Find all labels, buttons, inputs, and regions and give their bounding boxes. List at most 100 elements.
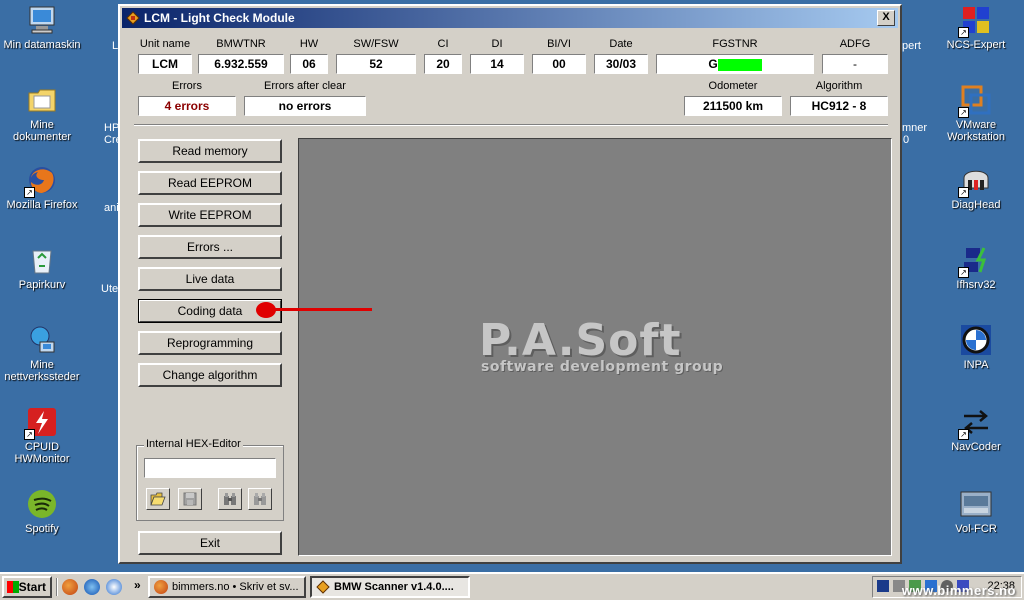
desktop-icon-vmware[interactable]: ↗ VMware Workstation [936,84,1016,143]
desktop-icon-ncs-expert[interactable]: ↗ NCS-Expert [936,4,1016,51]
header-adfg: ADFG [839,38,871,50]
desktop-icon-label: Mozilla Firefox [6,199,78,211]
desktop-icon-ifhsrv32[interactable]: ↗ Ifhsrv32 [936,244,1016,291]
header-odometer: Odometer [708,80,758,92]
annotation-arrow-line [268,308,372,311]
desktop-icon-cpuid[interactable]: ↗ CPUID HWMonitor [2,406,82,465]
spotify-icon [26,488,58,520]
hex-editor-label: Internal HEX-Editor [144,438,243,450]
annotation-dot [256,302,276,318]
navcoder-icon: ↗ [958,406,992,440]
save-button[interactable] [178,488,202,510]
header-errors-after-clear: Errors after clear [264,80,346,92]
ci-field: 20 [424,54,462,74]
write-eeprom-button[interactable]: Write EEPROM [138,203,282,227]
network-places-icon [26,324,58,356]
desktop-icon-navcoder[interactable]: ↗ NavCoder [936,406,1016,453]
desktop-icon-diaghead[interactable]: ↗ DiagHead [936,164,1016,211]
save-icon [182,492,198,509]
desktop-icon-recycle-bin[interactable]: Papirkurv [2,244,82,291]
bmwtnr-field: 6.932.559 [198,54,284,74]
desktop-icon-my-computer[interactable]: Min datamaskin [2,4,82,51]
desktop-icon-label: Papirkurv [18,279,66,291]
find-next-button[interactable] [248,488,272,510]
header-errors: Errors [172,80,202,92]
partial-desktop-label: pert [902,40,921,52]
firefox-icon: ↗ [24,164,58,198]
quicklaunch-overflow-icon[interactable]: » [134,578,141,592]
partial-desktop-label: HP [104,122,120,134]
desktop-icon-label: Min datamaskin [3,39,81,51]
desktop-icon-my-documents[interactable]: Mine dokumenter [2,84,82,143]
window-titlebar[interactable]: LCM - Light Check Module X [122,8,898,28]
desktop-icon-label: Ifhsrv32 [956,279,996,291]
desktop-icon-label: Spotify [25,523,59,535]
errors-button[interactable]: Errors ... [138,235,282,259]
task-label: BMW Scanner v1.4.0.... [334,581,454,593]
app-icon [126,11,140,25]
read-memory-button[interactable]: Read memory [138,139,282,163]
bmw-scanner-task-icon [316,580,330,594]
window-title: LCM - Light Check Module [144,11,295,25]
header-ci: CI [437,38,449,50]
find-button[interactable] [218,488,242,510]
hex-editor-input[interactable] [144,458,276,478]
sw-fsw-field: 52 [336,54,416,74]
partial-desktop-label: mner [902,122,928,134]
date-field: 30/03 [594,54,648,74]
open-icon [150,492,166,509]
change-algorithm-button[interactable]: Change algorithm [138,363,282,387]
errors-after-clear-field: no errors [244,96,366,116]
ie-quicklaunch-icon[interactable] [84,579,100,595]
odometer-field: 211500 km [684,96,782,116]
inpa-icon [960,324,992,356]
header-sw-fsw: SW/FSW [353,38,399,50]
desktop-icon-vol-fcr[interactable]: Vol-FCR [936,488,1016,535]
header-bi-vi: BI/VI [547,38,571,50]
open-button[interactable] [146,488,170,510]
live-data-button[interactable]: Live data [138,267,282,291]
diaghead-icon: ↗ [958,164,992,198]
desktop-icon-inpa[interactable]: INPA [936,324,1016,371]
cpuid-icon: ↗ [24,406,58,440]
header-di: DI [491,38,503,50]
firefox-quicklaunch-icon[interactable] [62,579,78,595]
fgstnr-redaction [717,58,762,71]
vmware-icon: ↗ [958,84,992,118]
task-bimmers[interactable]: bimmers.no • Skriv et sv... [148,576,306,598]
desktop-icon-label: NavCoder [951,441,1001,453]
taskbar: Start » bimmers.no • Skriv et sv... BMW … [0,572,1024,600]
vol-fcr-icon [960,488,992,520]
ncs-expert-icon: ↗ [958,4,992,38]
ifhsrv32-icon: ↗ [958,244,992,278]
algorithm-field: HC912 - 8 [790,96,888,116]
desktop-icon-label: NCS-Expert [946,39,1006,51]
header-unit-name: Unit name [139,38,191,50]
header-fgstnr: FGSTNR [712,38,758,50]
desktop-icon-network-places[interactable]: Mine nettverkssteder [2,324,82,383]
partial-desktop-label: 0 [903,134,910,146]
fgstnr-value: G [708,57,718,71]
di-field: 14 [470,54,524,74]
start-button[interactable]: Start [2,576,52,598]
close-button[interactable]: X [877,10,895,26]
desktop-icon-label: Mine dokumenter [12,119,72,143]
partial-desktop-label: Ute [101,283,119,295]
bi-vi-field: 00 [532,54,586,74]
reprogramming-button[interactable]: Reprogramming [138,331,282,355]
read-eeprom-button[interactable]: Read EEPROM [138,171,282,195]
fgstnr-field: G [656,54,814,74]
safari-quicklaunch-icon[interactable] [106,579,122,595]
task-bmw-scanner[interactable]: BMW Scanner v1.4.0.... [310,576,470,598]
header-hw: HW [299,38,319,50]
exit-button[interactable]: Exit [138,531,282,555]
find-icon [222,493,238,509]
desktop-icon-label: INPA [963,359,989,371]
desktop-icon-spotify[interactable]: Spotify [2,488,82,535]
desktop-icon-firefox[interactable]: ↗ Mozilla Firefox [2,164,82,211]
pasoft-tagline: software development group [481,359,724,375]
find-next-icon [252,493,268,509]
header-separator [134,124,888,126]
hw-field: 06 [290,54,328,74]
tray-icon-1[interactable] [877,580,889,592]
